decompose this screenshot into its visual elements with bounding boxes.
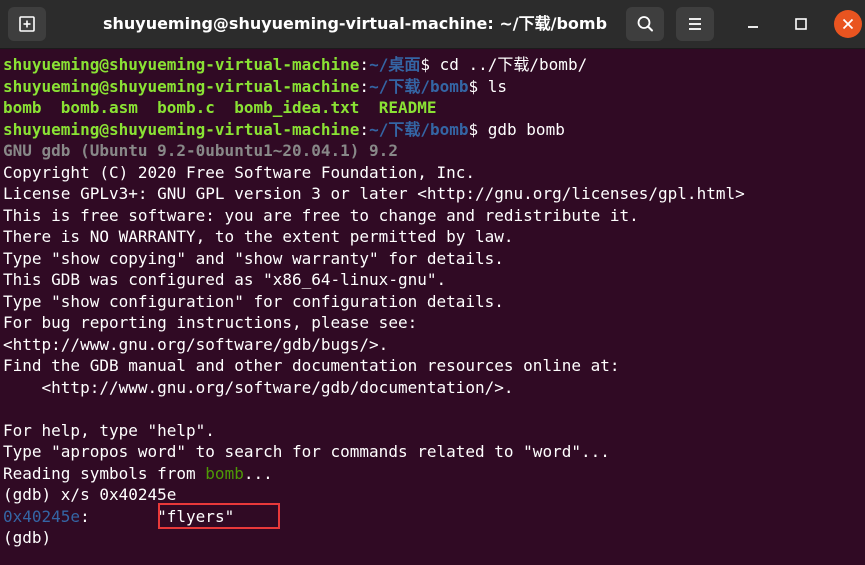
reading-symbols-file: bomb bbox=[205, 463, 244, 483]
prompt-command: $ ls bbox=[468, 76, 508, 96]
highlight-box bbox=[158, 503, 280, 529]
ls-file-bomb-c: bomb.c bbox=[157, 98, 215, 117]
terminal-line: <http://www.gnu.org/software/gdb/documen… bbox=[3, 377, 514, 397]
terminal-line: shuyueming@shuyueming-virtual-machine:~/… bbox=[3, 54, 587, 76]
close-icon bbox=[842, 18, 854, 30]
prompt-command: $ gdb bomb bbox=[468, 119, 565, 139]
address-separator: : bbox=[80, 506, 90, 526]
terminal-line: There is NO WARRANTY, to the extent perm… bbox=[3, 227, 514, 246]
ls-file-bomb-asm: bomb.asm bbox=[60, 98, 138, 117]
terminal-window: shuyueming@shuyueming-virtual-machine: ~… bbox=[0, 0, 865, 565]
terminal-line: For help, type "help". bbox=[3, 420, 215, 440]
prompt-user: shuyueming@shuyueming-virtual-machine bbox=[3, 55, 360, 74]
reading-symbols-ellipsis: ... bbox=[243, 463, 273, 483]
terminal-line: shuyueming@shuyueming-virtual-machine:~/… bbox=[3, 76, 507, 98]
terminal-line: Type "apropos word" to search for comman… bbox=[3, 442, 610, 461]
ls-file-readme: README bbox=[378, 98, 437, 117]
ls-file-bomb: bomb bbox=[3, 98, 42, 117]
memory-address: 0x40245e bbox=[3, 506, 81, 526]
terminal-line: Type "show configuration" for configurat… bbox=[3, 291, 504, 311]
prompt-path: ~/桌面 bbox=[369, 55, 421, 74]
minimize-icon bbox=[748, 26, 758, 28]
terminal-line: Copyright (C) 2020 Free Software Foundat… bbox=[3, 162, 476, 182]
new-tab-button[interactable] bbox=[8, 7, 46, 41]
terminal-line: Type "show copying" and "show warranty" … bbox=[3, 248, 504, 268]
reading-symbols-text: Reading symbols from bbox=[3, 463, 206, 483]
minimize-button[interactable] bbox=[739, 10, 767, 38]
new-tab-icon bbox=[19, 16, 35, 32]
gdb-command-line: (gdb) x/s 0x40245e bbox=[3, 485, 177, 504]
gdb-version: GNU gdb (Ubuntu 9.2-0ubuntu1~20.04.1) 9.… bbox=[3, 141, 398, 160]
maximize-button[interactable] bbox=[787, 10, 815, 38]
window-title: shuyueming@shuyueming-virtual-machine: ~… bbox=[102, 14, 608, 33]
terminal-line: shuyueming@shuyueming-virtual-machine:~/… bbox=[3, 119, 565, 141]
close-button[interactable] bbox=[834, 10, 862, 38]
terminal-line-ls-output: bomb bomb.asm bomb.c bomb_idea.txt READM… bbox=[3, 97, 436, 119]
title-bar: shuyueming@shuyueming-virtual-machine: ~… bbox=[0, 0, 865, 49]
ls-file-bomb-idea: bomb_idea.txt bbox=[234, 98, 360, 117]
prompt-path: ~/下载/bomb bbox=[369, 76, 469, 96]
terminal-output[interactable]: shuyueming@shuyueming-virtual-machine:~/… bbox=[0, 54, 865, 565]
terminal-line: This GDB was configured as "x86_64-linux… bbox=[3, 270, 447, 289]
prompt-command: $ cd ../下载/bomb/ bbox=[420, 55, 588, 74]
prompt-user: shuyueming@shuyueming-virtual-machine bbox=[3, 76, 360, 96]
terminal-line: This is free software: you are free to c… bbox=[3, 205, 639, 225]
gdb-version-line: GNU gdb (Ubuntu 9.2-0ubuntu1~20.04.1) 9.… bbox=[3, 140, 398, 162]
hamburger-menu-icon bbox=[689, 18, 701, 30]
prompt-path: ~/下载/bomb bbox=[369, 119, 469, 139]
terminal-line: <http://www.gnu.org/software/gdb/bugs/>. bbox=[3, 334, 389, 354]
terminal-line: For bug reporting instructions, please s… bbox=[3, 313, 418, 332]
search-icon bbox=[637, 16, 653, 32]
gdb-prompt-line: (gdb) bbox=[3, 528, 52, 547]
maximize-icon bbox=[795, 18, 807, 30]
prompt-user: shuyueming@shuyueming-virtual-machine bbox=[3, 119, 360, 139]
terminal-line: License GPLv3+: GNU GPL version 3 or lat… bbox=[3, 184, 745, 203]
menu-button[interactable] bbox=[676, 7, 714, 41]
search-button[interactable] bbox=[626, 7, 664, 41]
terminal-line: Reading symbols from bomb... bbox=[3, 463, 273, 485]
prompt-separator: : bbox=[359, 55, 370, 74]
terminal-line: Find the GDB manual and other documentat… bbox=[3, 356, 620, 375]
prompt-separator: : bbox=[359, 76, 370, 96]
prompt-separator: : bbox=[359, 119, 370, 139]
